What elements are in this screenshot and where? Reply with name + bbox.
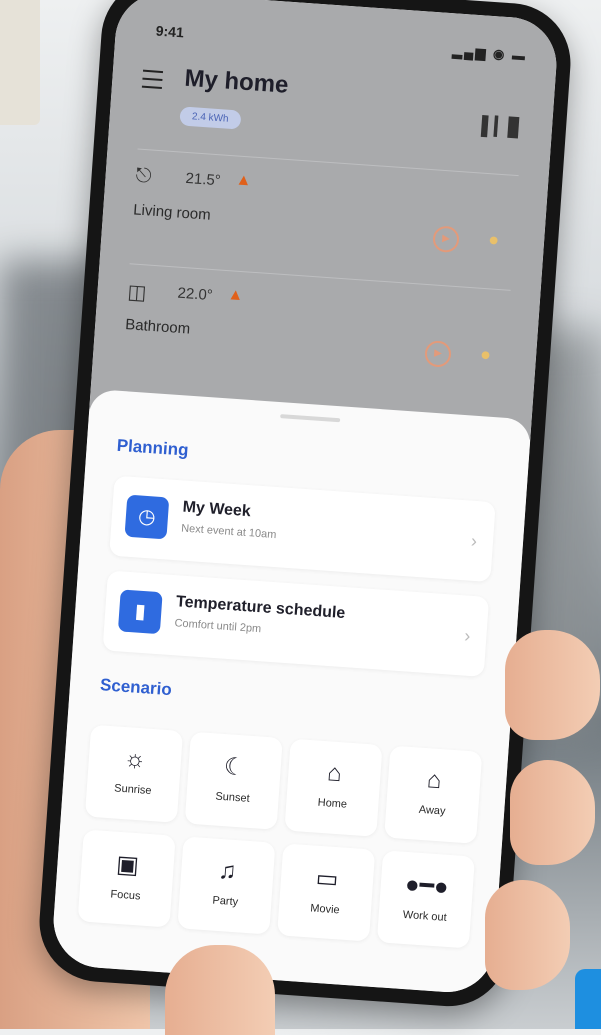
briefcase-icon: ▣	[115, 850, 140, 880]
thumb	[165, 945, 275, 1035]
rooms-overview: 9:41 ▂▄▆ ◉ ▬ My home ▌▎▊ 2.4 kWh ⎋ 21.5°…	[89, 0, 560, 440]
scenario-work-out[interactable]: ●━● Work out	[376, 850, 476, 949]
flame-icon: ▲	[235, 171, 253, 190]
scenario-label: Sunset	[215, 790, 251, 805]
smartphone: 9:41 ▂▄▆ ◉ ▬ My home ▌▎▊ 2.4 kWh ⎋ 21.5°…	[35, 0, 575, 1011]
dumbbell-icon: ●━●	[404, 870, 450, 901]
bar-chart-icon[interactable]: ▌▎▊	[481, 115, 523, 139]
scenario-label: Focus	[110, 888, 141, 903]
scenario-home[interactable]: ⌂ Home	[284, 738, 383, 837]
clock-icon: ◷	[124, 494, 170, 540]
planning-item-my-week[interactable]: ◷ My Week Next event at 10am ›	[109, 475, 496, 583]
scenario-label: Away	[418, 803, 446, 818]
bathtub-icon: ◫	[126, 281, 148, 305]
chevron-right-icon: ›	[470, 530, 478, 552]
moon-icon: ☾	[222, 753, 247, 782]
room-name: Bathroom	[124, 316, 191, 338]
hamburger-menu-icon[interactable]	[141, 69, 164, 90]
party-icon: ♫	[217, 856, 238, 886]
sheet-drag-handle[interactable]	[280, 414, 341, 423]
flame-icon: ▲	[227, 286, 245, 305]
room-card-bathroom[interactable]: ◫ 22.0° ▲ Bathroom ▶ ●	[121, 263, 511, 407]
scenario-title: Scenario	[99, 675, 173, 700]
home-leave-icon: ⌂	[426, 766, 443, 795]
scenario-party[interactable]: ♫ Party	[177, 836, 276, 935]
sun-icon: ☼	[123, 745, 147, 774]
planning-item-subtitle: Next event at 10am	[180, 522, 277, 542]
planning-item-temperature-schedule[interactable]: ▮ Temperature schedule Comfort until 2pm…	[102, 570, 490, 677]
page-title: My home	[183, 64, 290, 99]
status-bar: 9:41 ▂▄▆ ◉ ▬	[155, 22, 527, 68]
room-temperature: 21.5°	[185, 169, 222, 190]
monitor-icon: ▭	[314, 864, 340, 894]
finger	[510, 760, 595, 865]
sofa-icon: ⎋	[134, 164, 153, 188]
play-icon[interactable]: ▶	[432, 225, 460, 254]
light-bulb-icon[interactable]: ●	[479, 344, 492, 366]
scenario-sunrise[interactable]: ☼ Sunrise	[84, 724, 184, 823]
status-time: 9:41	[155, 22, 185, 41]
scenario-label: Home	[317, 796, 348, 811]
scenario-away[interactable]: ⌂ Away	[384, 745, 483, 844]
scenario-movie[interactable]: ▭ Movie	[277, 843, 376, 942]
energy-badge: 2.4 kWh	[179, 106, 242, 130]
scenario-label: Sunrise	[113, 782, 152, 798]
scenario-label: Movie	[309, 902, 341, 917]
background-object	[575, 969, 601, 1029]
planning-item-subtitle: Comfort until 2pm	[174, 617, 262, 636]
finger	[485, 880, 570, 990]
scenario-label: Party	[212, 894, 239, 909]
scenario-sunset[interactable]: ☾ Sunset	[184, 731, 283, 830]
room-card-living-room[interactable]: ⎋ 21.5° ▲ Living room ▶ ●	[129, 148, 519, 292]
home-arrive-icon: ⌂	[326, 759, 343, 788]
scenario-focus[interactable]: ▣ Focus	[77, 829, 176, 928]
status-icons: ▂▄▆ ◉ ▬	[451, 43, 528, 64]
scenario-label: Work out	[402, 908, 447, 924]
play-icon[interactable]: ▶	[424, 340, 452, 368]
finger	[505, 630, 600, 740]
room-temperature: 22.0°	[177, 284, 214, 305]
planning-title: Planning	[116, 435, 190, 460]
room-name: Living room	[132, 201, 212, 224]
chevron-right-icon: ›	[463, 625, 472, 646]
light-bulb-icon[interactable]: ●	[487, 229, 500, 251]
thermometer-icon: ▮	[117, 589, 163, 635]
background-wall-panel	[0, 0, 40, 125]
planning-item-title: My Week	[182, 498, 252, 521]
phone-screen: 9:41 ▂▄▆ ◉ ▬ My home ▌▎▊ 2.4 kWh ⎋ 21.5°…	[50, 0, 560, 996]
scenario-grid: ☼ Sunrise ☾ Sunset ⌂ Home ⌂ Away ▣ Focus…	[76, 724, 484, 972]
